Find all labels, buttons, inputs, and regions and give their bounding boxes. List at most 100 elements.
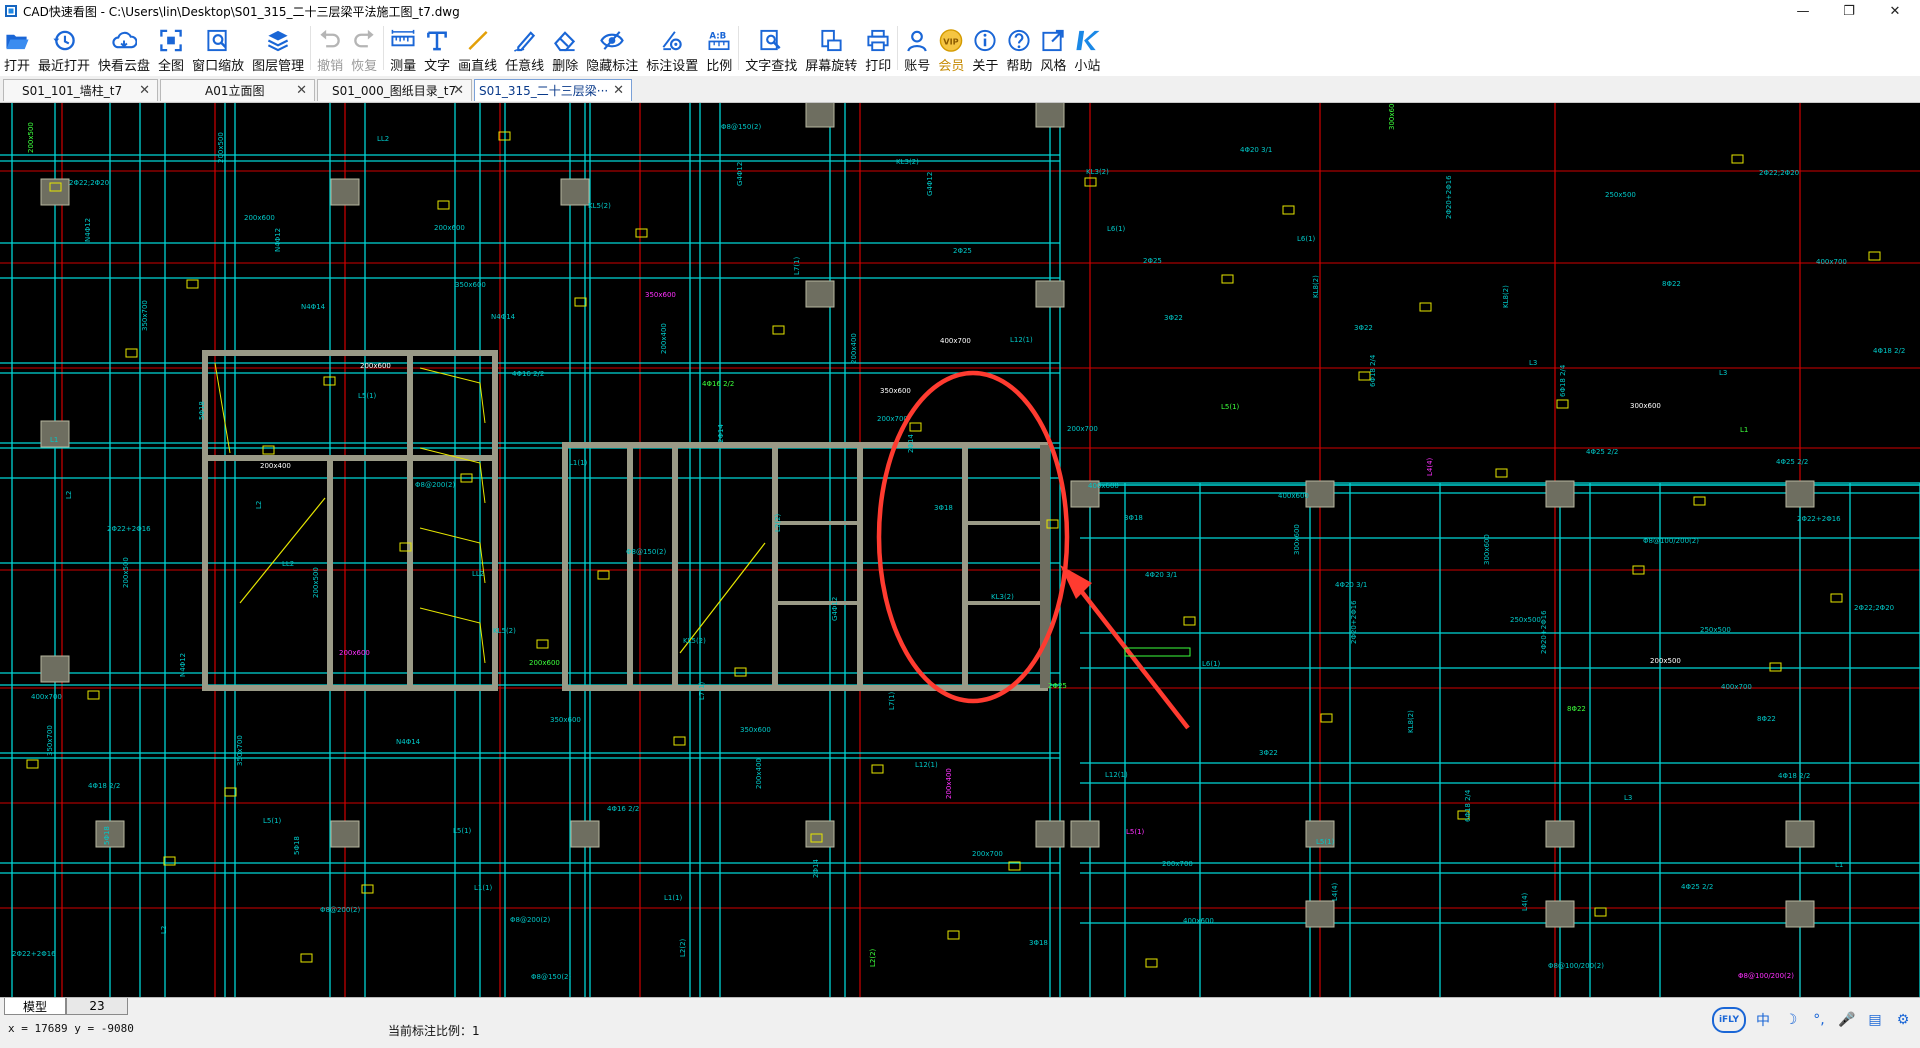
beam-annotation: L3 [1624, 794, 1632, 802]
ime-chinese-mode-icon[interactable]: 中 [1752, 1009, 1774, 1031]
ruler-icon [391, 29, 415, 47]
beam-annotation: 400x600 [1278, 492, 1309, 500]
beam-annotation: 200x600 [244, 214, 275, 222]
undo-button[interactable]: 撤销 [313, 22, 347, 74]
ime-keyboard-icon[interactable]: ▤ [1864, 1009, 1886, 1031]
help-button[interactable]: 帮助 [1002, 22, 1036, 74]
toolbar-label: 比例 [706, 59, 733, 74]
ime-microphone-icon[interactable]: 🎤 [1836, 1009, 1858, 1031]
toolbar-label: 快看云盘 [98, 59, 151, 74]
close-window-button[interactable]: ✕ [1872, 0, 1918, 22]
toolbar-label: 窗口缩放 [192, 59, 245, 74]
maximize-button[interactable]: ❐ [1826, 0, 1872, 22]
toolbar-label: 账号 [904, 59, 931, 74]
tab-s01-000[interactable]: S01_000_图纸目录_t7 ✕ [317, 79, 472, 101]
section-mark [1419, 302, 1432, 312]
style-share-icon [1042, 29, 1065, 52]
ime-moon-icon[interactable]: ☽ [1780, 1009, 1802, 1031]
zoom-window-button[interactable]: 窗口缩放 [188, 22, 248, 74]
cloud-drive-button[interactable]: 快看云盘 [94, 22, 154, 74]
print-button[interactable]: 打印 [861, 22, 895, 74]
ime-settings-icon[interactable]: ⚙ [1892, 1009, 1914, 1031]
beam-annotation: L5(1) [1221, 403, 1240, 411]
tab-s01-101[interactable]: S01_101_墙柱_t7 ✕ [3, 79, 158, 101]
about-button[interactable]: 关于 [968, 22, 1002, 74]
beam-annotation: L3 [1529, 359, 1537, 367]
eraser-icon [554, 31, 576, 52]
freehand-line-button[interactable]: 任意线 [501, 22, 548, 74]
layer-manager-button[interactable]: 图层管理 [248, 22, 308, 74]
cad-drawing[interactable]: 200x500 200x600 350x600 200x400 200x700 400x6… [0, 103, 1920, 997]
close-tab-icon[interactable]: ✕ [139, 83, 150, 98]
beam-annotation: 300x600 [1293, 524, 1301, 555]
toolbar-separator [738, 26, 740, 70]
column [40, 655, 70, 683]
beam-annotation: Φ8@100/200(2) [1548, 962, 1604, 970]
section-mark [1731, 154, 1744, 164]
printer-icon [867, 29, 889, 52]
beam-annotation: 2Φ14 [717, 424, 725, 443]
delete-button[interactable]: 删除 [548, 22, 582, 74]
section-mark [1320, 713, 1333, 723]
ime-punctuation-icon[interactable]: °, [1808, 1009, 1830, 1031]
k-logo-icon [1076, 30, 1100, 51]
beam-annotation: 4Φ18 2/2 [88, 782, 120, 790]
beam-annotation: 400x700 [31, 693, 62, 701]
toolbar-label: 关于 [972, 59, 999, 74]
line-icon [468, 30, 488, 51]
measure-button[interactable]: 测量 [386, 22, 420, 74]
toolbar-label: 风格 [1040, 59, 1067, 74]
beam-annotation: KL5(2) [493, 627, 516, 635]
beam-annotation: 4Φ25 2/2 [1776, 458, 1808, 466]
beam-annotation: L7(1) [698, 681, 706, 700]
beam-annotation: L4(4) [1426, 457, 1434, 476]
dimension-label: 350x600 [880, 387, 911, 395]
section-mark [1282, 205, 1295, 215]
beam-annotation: 200x400 [660, 323, 668, 354]
scale-button[interactable]: A:B 比例 [702, 22, 736, 74]
drawing-canvas[interactable]: 200x500 200x600 350x600 200x400 200x700 400x6… [0, 103, 1920, 997]
hide-annotation-button[interactable]: 隐藏标注 [582, 22, 642, 74]
fit-all-button[interactable]: 全图 [154, 22, 188, 74]
beam-annotation: 8Φ22 [1567, 705, 1586, 713]
brace-line [214, 362, 231, 454]
account-button[interactable]: 账号 [900, 22, 934, 74]
markup-ellipse [876, 370, 1070, 704]
screen-rotate-button[interactable]: 屏幕旋转 [801, 22, 861, 74]
beam-annotation: 4Φ20 3/1 [1240, 146, 1272, 154]
minimize-button[interactable]: — [1780, 0, 1826, 22]
annotation-scale: 当前标注比例：1 [388, 1024, 480, 1038]
tab-a01[interactable]: A01立面图 ✕ [160, 79, 315, 101]
dimension-settings-button[interactable]: 标注设置 [642, 22, 702, 74]
model-tab[interactable]: 模型 [4, 998, 66, 1015]
text-button[interactable]: 文字 [420, 22, 454, 74]
dimension-label: 200x500 [1650, 657, 1681, 665]
find-text-button[interactable]: 文字查找 [741, 22, 801, 74]
close-tab-icon[interactable]: ✕ [613, 83, 624, 98]
vip-member-button[interactable]: VIP 会员 [934, 22, 968, 74]
beam-annotation: 350x600 [455, 281, 486, 289]
style-button[interactable]: 风格 [1036, 22, 1070, 74]
mini-site-button[interactable]: 小站 [1070, 22, 1104, 74]
beam-annotation: 200x700 [877, 415, 908, 423]
ifly-logo-icon[interactable]: iFLY [1712, 1007, 1746, 1033]
beam-annotation: 200x600 [339, 649, 370, 657]
beam-annotation: 8Φ22 [1662, 280, 1681, 288]
redo-button[interactable]: 恢复 [347, 22, 381, 74]
beam-annotation: 5Φ18 [103, 826, 111, 845]
beam-annotation: L2(2) [869, 948, 877, 967]
section-mark [673, 736, 686, 746]
vip-badge-icon: VIP [940, 29, 963, 52]
layout-tab-23[interactable]: 23 [66, 998, 128, 1015]
beam-annotation: Φ8@200(2) [415, 481, 456, 489]
beam-annotation: 6Φ18 2/4 [1369, 354, 1377, 387]
section-mark [300, 953, 313, 963]
close-tab-icon[interactable]: ✕ [296, 83, 307, 98]
beam-annotation: L5(1) [1126, 828, 1145, 836]
beam-annotation: 2Φ25 [1143, 257, 1162, 265]
open-button[interactable]: 打开 [0, 22, 34, 74]
close-tab-icon[interactable]: ✕ [453, 83, 464, 98]
tab-s01-315[interactable]: S01_315_二十三层梁··· ✕ [474, 79, 632, 101]
recent-open-button[interactable]: 最近打开 [34, 22, 94, 74]
draw-line-button[interactable]: 画直线 [454, 22, 501, 74]
